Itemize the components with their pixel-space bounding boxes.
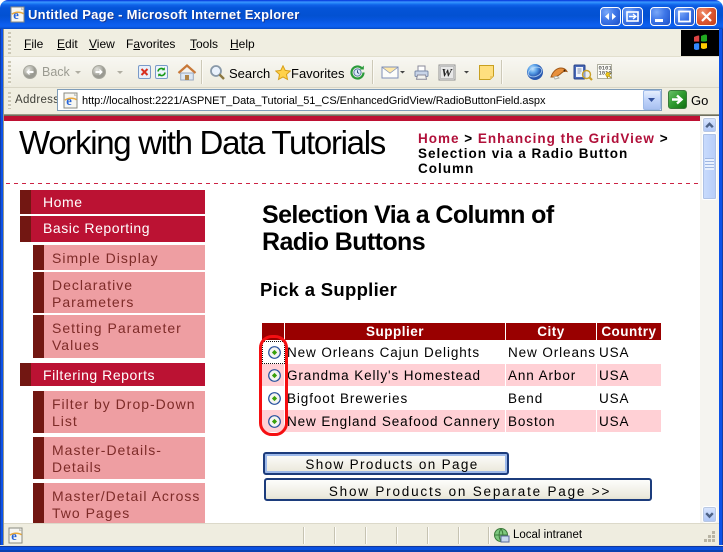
svg-text:e: e: [66, 94, 72, 108]
svg-text:e: e: [13, 8, 19, 22]
svg-text:W: W: [441, 66, 453, 80]
svg-text:e: e: [11, 529, 17, 543]
